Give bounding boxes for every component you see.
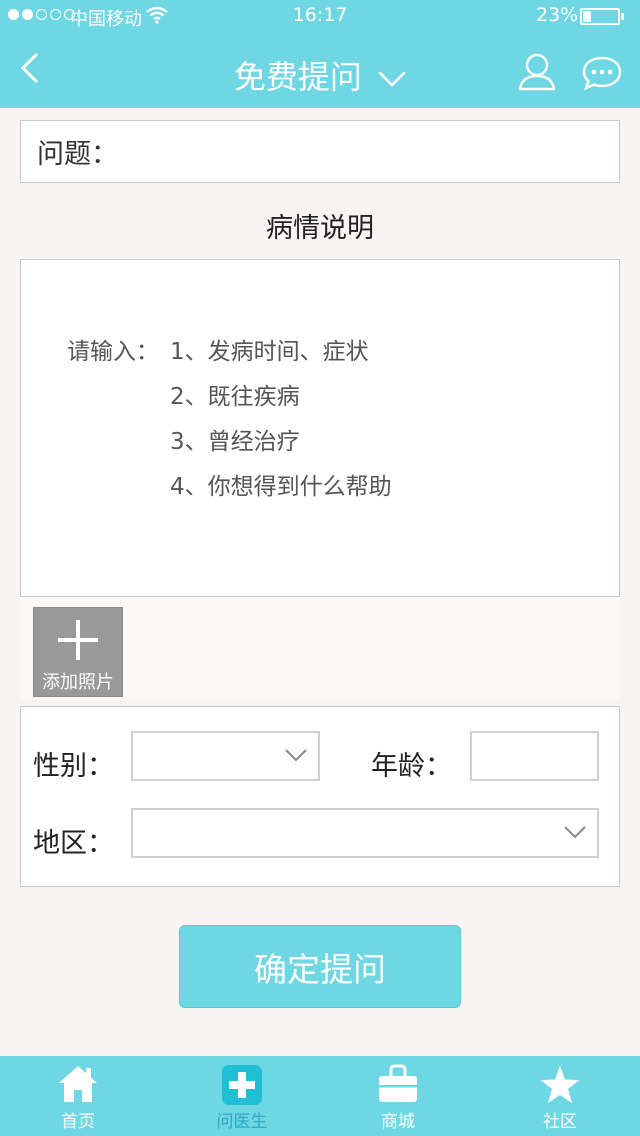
hint-line-2: 2、既往疾病 (170, 384, 300, 410)
submit-question-button[interactable]: 确定提问 (179, 925, 461, 1008)
battery-percent: 23% (536, 4, 579, 26)
hint-line-4: 4、你想得到什么帮助 (170, 474, 392, 500)
chevron-down-icon (378, 71, 406, 87)
hint-line-1: 1、发病时间、症状 (170, 339, 369, 365)
battery-tip (621, 13, 624, 20)
plus-icon (58, 620, 98, 660)
status-bar: 中国移动 16:17 23% (0, 0, 640, 32)
age-label: 年龄： (371, 751, 452, 782)
condition-description-textarea[interactable]: 请输入： 1、发病时间、症状 2、既往疾病 3、曾经治疗 4、你想得到什么帮助 (20, 259, 620, 597)
gender-select[interactable] (131, 731, 320, 781)
section-title: 病情说明 (266, 213, 374, 244)
home-icon (59, 1066, 97, 1102)
user-icon[interactable] (518, 52, 556, 92)
question-label: 问题： (37, 139, 118, 170)
tab-home[interactable]: 首页 (18, 1056, 138, 1136)
gender-label: 性别： (33, 751, 114, 782)
page-title: 免费提问 (233, 58, 362, 96)
tab-mall[interactable]: 商城 (338, 1056, 458, 1136)
medical-cross-icon (222, 1065, 262, 1105)
region-label: 地区： (33, 828, 114, 859)
add-photo-button[interactable]: 添加照片 (33, 607, 123, 697)
header: 中国移动 16:17 23% 免费提问 (0, 0, 640, 108)
tab-ask-doctor[interactable]: 问医生 (182, 1056, 302, 1136)
tab-label: 问医生 (216, 1112, 268, 1132)
submit-label: 确定提问 (254, 949, 386, 989)
photo-area: 添加照片 (20, 597, 620, 699)
add-photo-label: 添加照片 (42, 672, 114, 693)
chevron-down-icon (564, 826, 586, 839)
chat-bubble-icon[interactable] (582, 55, 622, 91)
tab-bar: 首页 问医生 商城 社区 (0, 1056, 640, 1136)
star-icon (540, 1066, 580, 1103)
tab-label: 首页 (61, 1112, 95, 1132)
hint-prefix: 请输入： (67, 339, 159, 365)
battery-icon (580, 8, 620, 25)
question-field[interactable]: 问题： (20, 120, 620, 183)
patient-info-form: 性别： 年龄： 地区： (20, 706, 620, 887)
shopping-bag-icon (379, 1064, 417, 1102)
description-hint: 请输入： 1、发病时间、症状 2、既往疾病 3、曾经治疗 4、你想得到什么帮助 (67, 330, 392, 510)
hint-line-3: 3、曾经治疗 (170, 429, 300, 455)
chevron-down-icon (285, 749, 307, 762)
region-select[interactable] (131, 808, 599, 858)
tab-label: 商城 (381, 1112, 415, 1132)
tab-label: 社区 (543, 1112, 577, 1132)
age-input[interactable] (470, 731, 599, 781)
tab-community[interactable]: 社区 (500, 1056, 620, 1136)
question-input[interactable] (118, 121, 619, 182)
